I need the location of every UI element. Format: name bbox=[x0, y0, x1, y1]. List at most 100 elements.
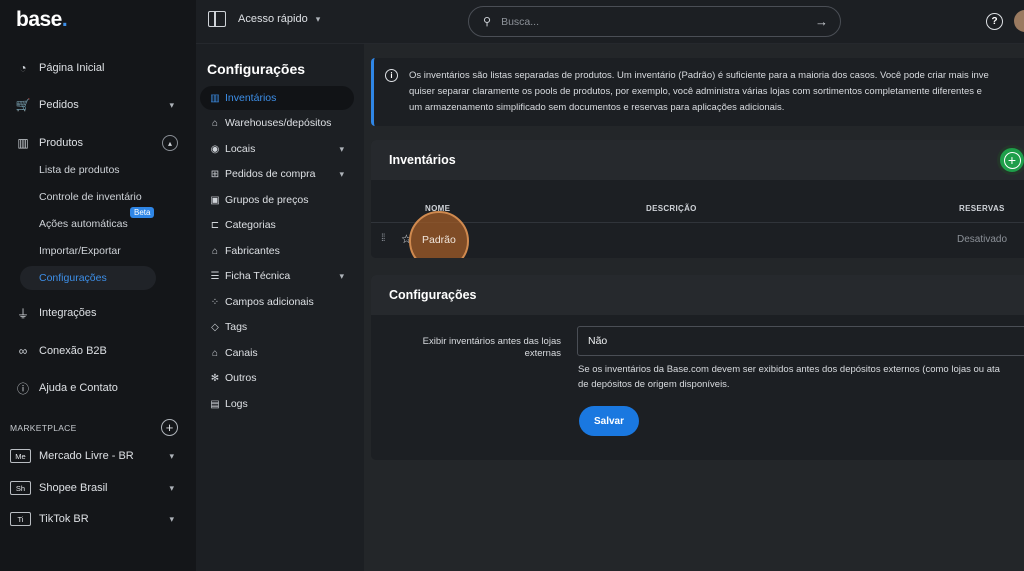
column-header-reservations: RESERVAS bbox=[959, 204, 1005, 213]
search-icon: ⚲ bbox=[483, 16, 492, 28]
chevron-down-icon: ▾ bbox=[315, 13, 321, 24]
settings-item-additional-fields[interactable]: ⁘ Campos adicionais bbox=[200, 290, 354, 314]
settings-item-technical-sheet[interactable]: ☰ Ficha Técnica ▾ bbox=[200, 264, 354, 288]
marketplace-label: Mercado Livre - BR bbox=[39, 450, 134, 462]
settings-item-price-groups[interactable]: ▣ Grupos de preços bbox=[200, 188, 354, 212]
settings-hint: Se os inventários da Base.com devem ser … bbox=[578, 364, 1000, 390]
base-logo[interactable]: base. bbox=[16, 8, 68, 32]
marketplace-item-shopee[interactable]: Sh Shopee Brasil ▾ bbox=[10, 476, 180, 500]
purchase-orders-icon: ⊞ bbox=[210, 168, 220, 180]
manufacturers-icon: ⌂ bbox=[211, 245, 219, 257]
speedometer-icon: ◔ bbox=[19, 61, 27, 75]
inventories-card: Inventários + NOME DESCRIÇÃO RESERVAS ⁞⁞… bbox=[371, 140, 1024, 258]
marketplace-item-mercado-livre[interactable]: Me Mercado Livre - BR ▾ bbox=[10, 444, 180, 468]
chevron-down-icon: ▾ bbox=[339, 168, 344, 179]
settings-item-logs[interactable]: ▤ Logs bbox=[200, 392, 354, 416]
gear-icon: ✻ bbox=[210, 372, 220, 384]
sidebar-subitem-settings[interactable]: Configurações bbox=[20, 266, 156, 290]
plus-icon: + bbox=[1003, 151, 1021, 169]
show-inventories-select[interactable]: Não bbox=[577, 326, 1024, 356]
chevron-down-icon: ▾ bbox=[169, 450, 174, 461]
settings-item-manufacturers[interactable]: ⌂ Fabricantes bbox=[200, 239, 354, 263]
inventories-title: Inventários bbox=[371, 140, 1024, 180]
sidebar-item-home[interactable]: ◔ Página Inicial bbox=[0, 55, 196, 81]
settings-item-others[interactable]: ✻ Outros bbox=[200, 366, 354, 390]
add-marketplace-button[interactable]: + bbox=[161, 419, 178, 436]
avatar[interactable] bbox=[1014, 10, 1024, 32]
warehouse-icon: ⌂ bbox=[211, 117, 219, 129]
search-bar: ⚲ → bbox=[468, 6, 841, 37]
marketplace-badge: Me bbox=[10, 449, 31, 463]
info-text: Os inventários são listas separadas de p… bbox=[409, 70, 989, 113]
settings-title: Configurações bbox=[371, 275, 1024, 315]
layout-panel-icon bbox=[208, 11, 226, 27]
settings-item-tags[interactable]: ◇ Tags bbox=[200, 315, 354, 339]
plug-icon: ⏚ bbox=[16, 306, 29, 321]
settings-item-categories[interactable]: ⊏ Categorias bbox=[200, 213, 354, 237]
help-icon[interactable]: ? bbox=[986, 13, 1003, 30]
categories-icon: ⊏ bbox=[210, 219, 220, 231]
info-banner: i Os inventários são listas separadas de… bbox=[371, 58, 1024, 126]
settings-menu-title: Configurações bbox=[207, 61, 306, 77]
settings-item-channels[interactable]: ⌂ Canais bbox=[200, 341, 354, 365]
sidebar-subitem-inventory-control[interactable]: Controle de inventário bbox=[20, 185, 156, 209]
fields-icon: ⁘ bbox=[210, 296, 220, 308]
sidebar-subitem-automatic-actions[interactable]: Ações automáticas bbox=[20, 212, 156, 236]
main-content: i Os inventários são listas separadas de… bbox=[364, 44, 1024, 571]
show-inventories-label: Exibir inventários antes das lojas extern… bbox=[422, 336, 561, 359]
chevron-down-icon: ▾ bbox=[169, 482, 174, 493]
chevron-up-icon[interactable]: ▴ bbox=[162, 135, 178, 151]
arrow-right-icon[interactable]: → bbox=[815, 14, 828, 29]
marketplace-heading: MARKETPLACE bbox=[10, 423, 77, 433]
sidebar-item-orders[interactable]: 🛒 Pedidos ▾ bbox=[0, 92, 196, 118]
chevron-down-icon: ▾ bbox=[169, 99, 174, 110]
sidebar-item-integrations[interactable]: ⏚ Integrações bbox=[0, 300, 196, 326]
tag-icon: ◇ bbox=[211, 321, 219, 333]
quick-access-label: Acesso rápido bbox=[238, 13, 308, 25]
marketplace-label: TikTok BR bbox=[39, 513, 89, 525]
sidebar-subitem-product-list[interactable]: Lista de produtos bbox=[20, 158, 156, 182]
settings-card: Configurações Exibir inventários antes d… bbox=[371, 275, 1024, 460]
sidebar-subitem-import-export[interactable]: Importar/Exportar bbox=[20, 239, 156, 263]
link-icon: ∞ bbox=[18, 344, 28, 358]
chevron-down-icon: ▾ bbox=[339, 143, 344, 154]
drag-handle-icon[interactable]: ⁞⁞ bbox=[381, 233, 385, 244]
table-header: NOME DESCRIÇÃO RESERVAS bbox=[371, 180, 1024, 223]
channels-icon: ⌂ bbox=[211, 347, 219, 359]
sidebar-item-label: Página Inicial bbox=[39, 62, 105, 74]
add-inventory-button[interactable]: + bbox=[997, 145, 1024, 175]
sidebar-item-label: Pedidos bbox=[39, 99, 79, 111]
column-header-description: DESCRIÇÃO bbox=[646, 204, 697, 213]
logs-icon: ▤ bbox=[210, 398, 220, 410]
sidebar-item-products[interactable]: ▥ Produtos ▴ bbox=[0, 130, 196, 156]
sidebar-item-b2b[interactable]: ∞ Conexão B2B bbox=[0, 338, 196, 364]
sidebar-item-help[interactable]: ⓘ Ajuda e Contato bbox=[0, 375, 196, 401]
cart-icon: 🛒 bbox=[15, 98, 31, 112]
quick-access-button[interactable]: Acesso rápido ▾ bbox=[208, 11, 320, 27]
help-circle-icon: ⓘ bbox=[16, 381, 29, 396]
sidebar-item-label: Integrações bbox=[39, 307, 97, 319]
save-button[interactable]: Salvar bbox=[579, 406, 639, 436]
sidebar-item-label: Produtos bbox=[39, 137, 84, 149]
settings-body: Exibir inventários antes das lojas extern… bbox=[371, 315, 1024, 460]
search-input[interactable] bbox=[501, 15, 792, 28]
inventory-icon: ▥ bbox=[210, 92, 220, 104]
products-icon: ▥ bbox=[17, 136, 29, 150]
settings-item-inventories[interactable]: ▥ Inventários bbox=[200, 86, 354, 110]
info-icon: i bbox=[385, 69, 398, 82]
sidebar-item-label: Conexão B2B bbox=[39, 345, 107, 357]
chevron-down-icon: ▾ bbox=[169, 513, 174, 524]
chevron-down-icon: ▾ bbox=[339, 270, 344, 281]
marketplace-badge: Ti bbox=[10, 512, 31, 526]
sliders-icon: ☰ bbox=[210, 270, 220, 282]
inventory-reservations: Desativado bbox=[957, 234, 1008, 245]
table-row[interactable]: ⁞⁞ ☆ Padrão Desativado bbox=[371, 211, 1024, 258]
settings-item-locations[interactable]: ◉ Locais ▾ bbox=[200, 137, 354, 161]
inventory-name[interactable]: Padrão bbox=[422, 234, 456, 246]
settings-item-warehouses[interactable]: ⌂ Warehouses/depósitos bbox=[200, 111, 354, 135]
marketplace-item-tiktok[interactable]: Ti TikTok BR ▾ bbox=[10, 507, 180, 531]
marketplace-label: Shopee Brasil bbox=[39, 482, 108, 494]
top-bar: Acesso rápido ▾ ⚲ → ? bbox=[196, 0, 1024, 44]
settings-item-purchase-orders[interactable]: ⊞ Pedidos de compra ▾ bbox=[200, 162, 354, 186]
sidebar-item-label: Ajuda e Contato bbox=[39, 382, 118, 394]
